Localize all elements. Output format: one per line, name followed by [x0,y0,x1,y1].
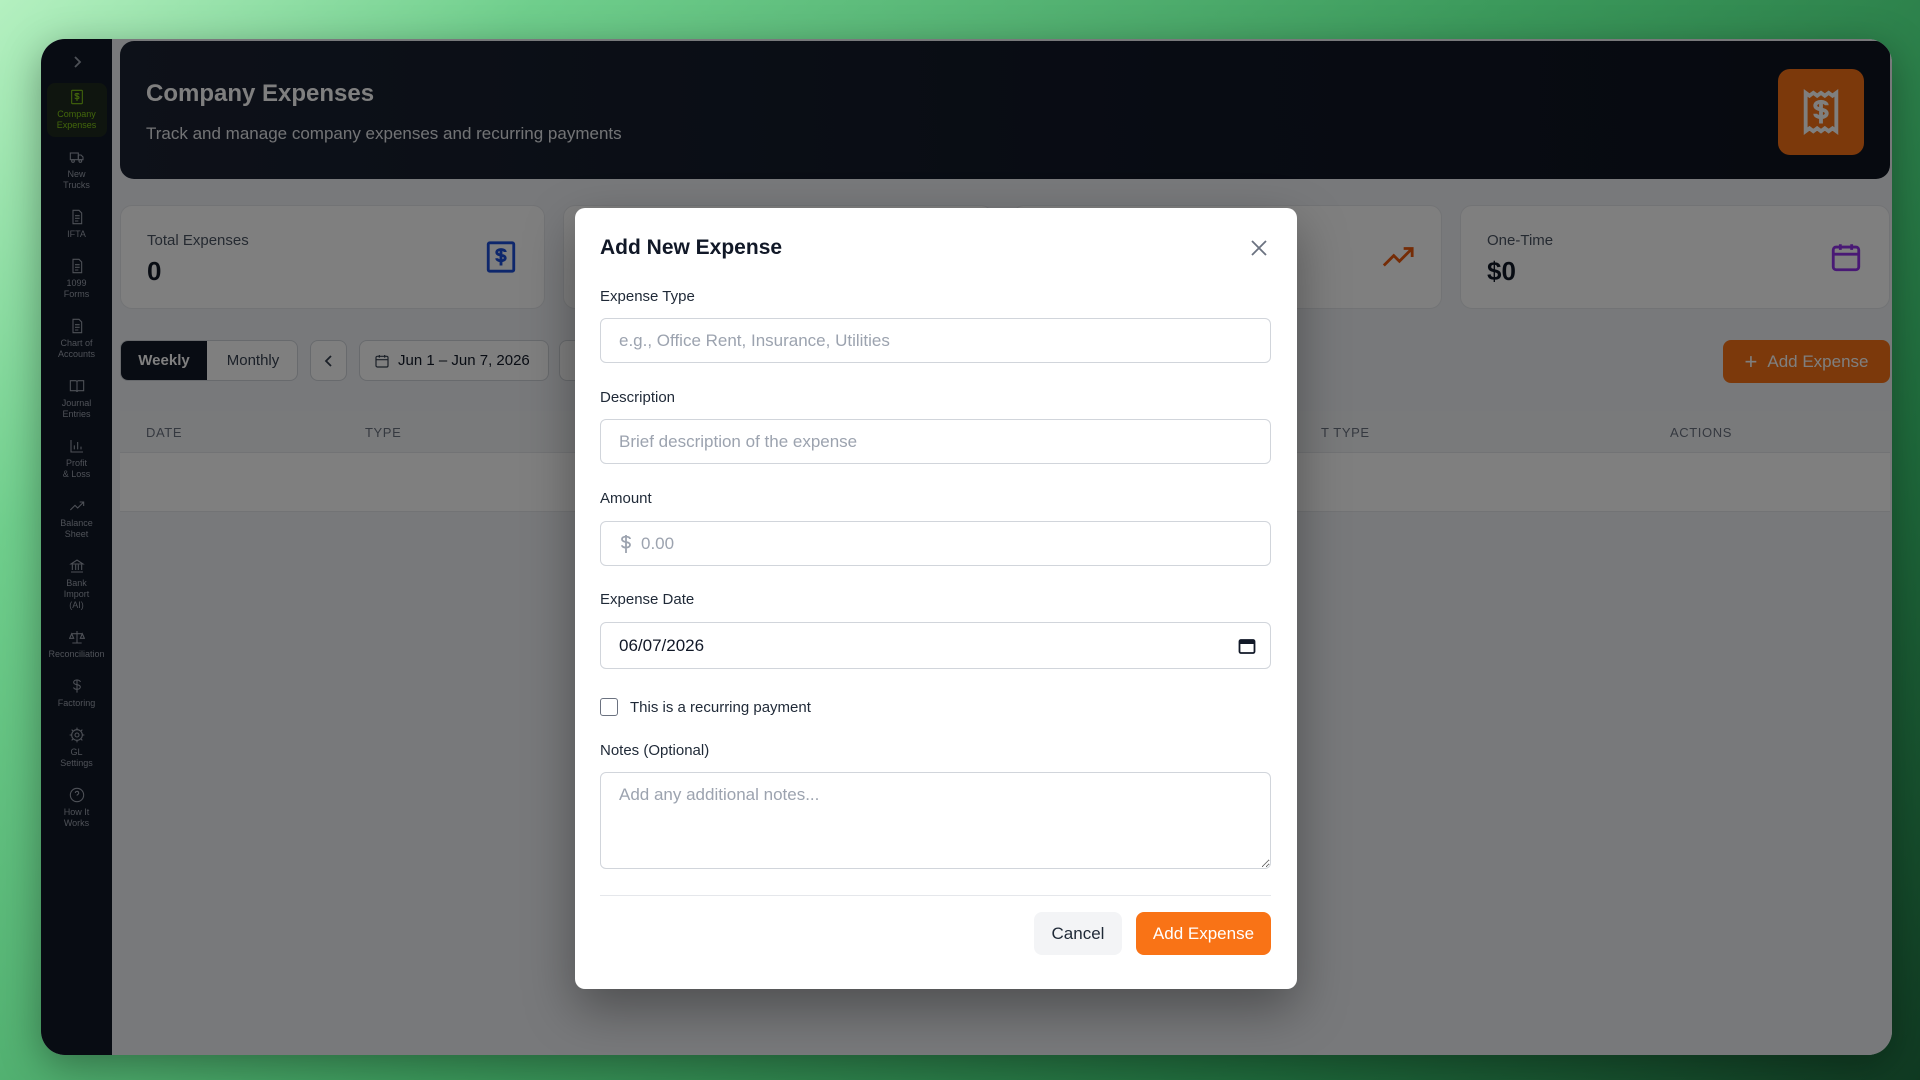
description-input[interactable] [600,419,1271,464]
description-label: Description [600,389,676,406]
submit-add-expense-button[interactable]: Add Expense [1136,912,1271,955]
amount-field [600,521,1271,566]
recurring-checkbox-label: This is a recurring payment [630,698,811,716]
app-window: Company Expenses New Trucks IFTA 1099 Fo… [41,39,1892,1055]
amount-input[interactable] [641,522,1261,565]
amount-label: Amount [600,490,652,507]
expense-date-label: Expense Date [600,591,695,608]
cancel-button[interactable]: Cancel [1034,912,1122,955]
dialog-title: Add New Expense [600,236,783,259]
recurring-checkbox[interactable] [600,698,618,716]
notes-textarea[interactable] [600,772,1271,869]
dollar-icon [617,534,635,554]
close-icon [1251,240,1267,256]
expense-type-label: Expense Type [600,288,695,305]
notes-label: Notes (Optional) [600,742,710,759]
recurring-row: This is a recurring payment [600,698,811,716]
expense-date-input[interactable]: 06/07/2026 [600,622,1271,669]
add-expense-dialog: Add New Expense Expense Type Description… [575,208,1297,989]
expense-date-value: 06/07/2026 [619,636,705,655]
expense-type-input[interactable] [600,318,1271,363]
close-button[interactable] [1249,238,1269,258]
dialog-divider [600,895,1271,896]
calendar-icon[interactable] [1238,637,1256,655]
